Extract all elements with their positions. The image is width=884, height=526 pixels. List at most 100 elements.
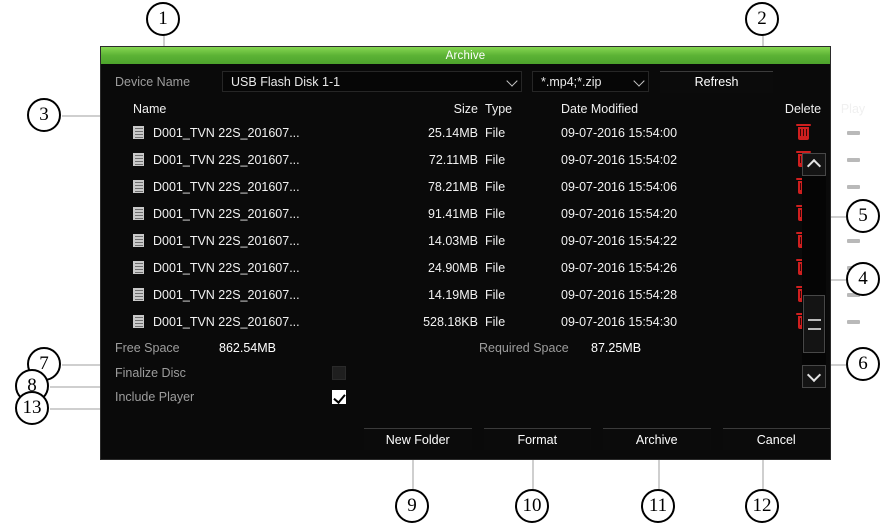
cell-type: File	[485, 314, 506, 329]
table-row[interactable]: D001_TVN 22S_201607... 91.41MB File 09-07-2…	[101, 200, 860, 227]
cell-name: D001_TVN 22S_201607...	[133, 207, 388, 221]
header-name[interactable]: Name	[133, 102, 388, 116]
cell-name: D001_TVN 22S_201607...	[133, 288, 388, 302]
archive-dialog: Archive Device Name USB Flash Disk 1-1 *…	[100, 46, 865, 460]
device-name-label: Device Name	[115, 74, 191, 89]
callout-11: 11	[641, 489, 675, 523]
play-row-button[interactable]	[830, 153, 876, 167]
device-name-select[interactable]: USB Flash Disk 1-1	[222, 71, 523, 92]
callout-4: 4	[846, 262, 880, 296]
cell-type: File	[485, 260, 506, 275]
new-folder-button[interactable]: New Folder	[364, 428, 472, 450]
file-icon	[133, 126, 144, 139]
cell-date-modified: 09-07-2016 15:54:06	[561, 179, 678, 194]
file-filter-value: *.mp4;*.zip	[541, 74, 602, 89]
callout-2: 2	[745, 2, 779, 36]
file-icon	[133, 153, 144, 166]
table-row[interactable]: D001_TVN 22S_201607... 72.11MB File 09-07-2…	[101, 146, 860, 173]
free-space-value: 862.54MB	[219, 341, 276, 355]
format-button[interactable]: Format	[483, 428, 591, 450]
dash-icon	[846, 131, 860, 136]
header-date-modified[interactable]: Date Modified	[533, 102, 776, 116]
dialog-title-bar: Archive	[101, 47, 830, 64]
cell-size: 91.41MB	[427, 206, 478, 221]
play-row-button[interactable]	[830, 126, 876, 140]
callout-5: 5	[846, 199, 880, 233]
archive-button-label: Archive	[635, 432, 678, 447]
page-title: Archive	[445, 49, 486, 62]
required-space-label: Required Space	[479, 341, 569, 355]
file-filter-select[interactable]: *.mp4;*.zip	[532, 71, 650, 92]
dash-icon	[846, 320, 860, 325]
file-icon	[133, 315, 144, 328]
callout-10: 10	[515, 489, 549, 523]
play-row-button[interactable]	[830, 315, 876, 329]
dash-icon	[846, 158, 860, 163]
finalize-disc-row[interactable]: Finalize Disc	[101, 361, 830, 385]
chevron-down-icon	[633, 74, 645, 87]
new-folder-button-label: New Folder	[385, 432, 450, 447]
cell-date-modified: 09-07-2016 15:54:30	[561, 314, 678, 329]
cell-size: 72.11MB	[428, 152, 478, 167]
callout-13: 13	[15, 391, 49, 425]
cell-date-modified: 09-07-2016 15:54:20	[561, 206, 678, 221]
file-list-scrollbar[interactable]	[802, 153, 826, 388]
header-type[interactable]: Type	[478, 102, 533, 116]
cell-type: File	[485, 233, 506, 248]
cell-name: D001_TVN 22S_201607...	[133, 126, 388, 140]
table-row[interactable]: D001_TVN 22S_201607... 24.90MB File 09-07-2…	[101, 254, 860, 281]
scrollbar-thumb[interactable]	[803, 295, 825, 353]
archive-button[interactable]: Archive	[603, 428, 711, 450]
file-icon	[133, 180, 144, 193]
file-icon	[133, 207, 144, 220]
trash-icon	[795, 123, 811, 140]
grip-line-icon	[807, 327, 821, 330]
table-row[interactable]: D001_TVN 22S_201607... 25.14MB File 09-07-2…	[101, 119, 860, 146]
free-space-label: Free Space	[115, 341, 180, 355]
file-icon	[133, 261, 144, 274]
callout-6: 6	[846, 347, 880, 381]
scroll-down-button[interactable]	[802, 365, 826, 388]
play-row-button[interactable]	[830, 234, 876, 248]
cell-type: File	[485, 179, 506, 194]
cell-size: 528.18KB	[423, 314, 478, 329]
cell-date-modified: 09-07-2016 15:54:00	[561, 125, 678, 140]
dialog-button-bar: New Folder Format Archive Cancel	[101, 419, 830, 459]
device-selection-row: Device Name USB Flash Disk 1-1 *.mp4;*.z…	[101, 64, 830, 99]
refresh-button-label: Refresh	[694, 75, 739, 89]
include-player-checkbox[interactable]	[332, 390, 346, 404]
space-info-row: Free Space 862.54MB Required Space 87.25…	[101, 335, 830, 361]
required-space-value: 87.25MB	[591, 341, 642, 355]
include-player-label: Include Player	[115, 390, 195, 404]
cell-date-modified: 09-07-2016 15:54:22	[561, 233, 678, 248]
dash-icon	[846, 185, 860, 190]
grip-line-icon	[807, 318, 821, 321]
cell-type: File	[485, 152, 506, 167]
callout-9: 9	[395, 489, 429, 523]
cell-type: File	[485, 125, 506, 140]
table-row[interactable]: D001_TVN 22S_201607... 528.18KB File 09-07-…	[101, 308, 860, 335]
finalize-disc-checkbox[interactable]	[332, 366, 346, 380]
cell-size: 24.90MB	[427, 260, 478, 275]
table-body: D001_TVN 22S_201607... 25.14MB File 09-07-2…	[101, 119, 860, 335]
cell-name: D001_TVN 22S_201607...	[133, 261, 388, 275]
callout-3: 3	[27, 98, 61, 132]
include-player-row[interactable]: Include Player	[101, 385, 830, 409]
header-size[interactable]: Size	[388, 102, 478, 116]
delete-row-button[interactable]	[776, 123, 830, 140]
cell-date-modified: 09-07-2016 15:54:02	[561, 152, 678, 167]
table-row[interactable]: D001_TVN 22S_201607... 14.19MB File 09-07-2…	[101, 281, 860, 308]
chevron-down-icon	[506, 74, 518, 87]
refresh-button[interactable]: Refresh	[660, 70, 774, 93]
table-row[interactable]: D001_TVN 22S_201607... 14.03MB File 09-07-2…	[101, 227, 860, 254]
play-row-button[interactable]	[830, 180, 876, 194]
chevron-up-icon	[806, 158, 822, 174]
table-row[interactable]: D001_TVN 22S_201607... 78.21MB File 09-07-2…	[101, 173, 860, 200]
file-icon	[133, 234, 144, 247]
scroll-up-button[interactable]	[802, 153, 826, 176]
cell-name: D001_TVN 22S_201607...	[133, 315, 388, 329]
cell-size: 25.14MB	[427, 125, 478, 140]
device-name-value: USB Flash Disk 1-1	[231, 74, 341, 89]
table-header-row: Name Size Type Date Modified Delete Play	[101, 99, 865, 119]
cancel-button[interactable]: Cancel	[722, 428, 830, 450]
